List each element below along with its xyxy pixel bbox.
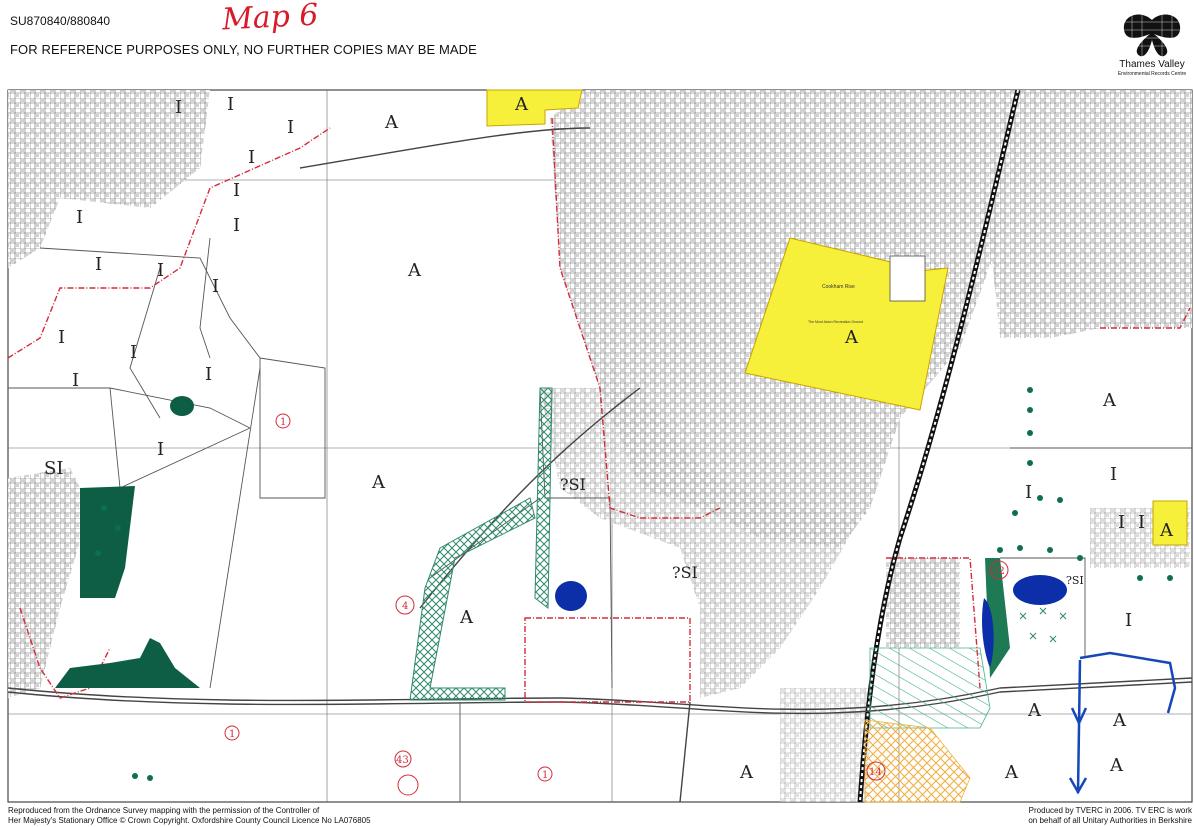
site-number: 4 (402, 601, 408, 612)
site-number: 14 (869, 767, 882, 778)
zone-label: I (1118, 512, 1125, 533)
zone-label: A (1027, 700, 1042, 721)
zone-label: A (459, 607, 474, 628)
zone-label: SI (44, 458, 63, 479)
zone-label: I (205, 364, 212, 385)
zone-label: A (739, 762, 754, 783)
site-number: 1 (229, 729, 235, 740)
credit-line: Reproduced from the Ordnance Survey mapp… (8, 806, 320, 815)
zone-label: I (1025, 482, 1032, 503)
zone-label: I (157, 439, 164, 460)
logo-subtitle: Environmental Records Centre (1117, 71, 1187, 77)
zone-label: A (514, 94, 529, 115)
zone-label: A (371, 472, 386, 493)
zone-label: I (227, 94, 234, 115)
zone-label: A (384, 112, 399, 133)
zone-label: I (1110, 464, 1117, 485)
zone-label: A (1159, 520, 1174, 541)
tverc-credit: Produced by TVERC in 2006. TV ERC is wor… (1010, 806, 1192, 826)
zone-label: ?SI (672, 563, 698, 582)
site-number: 43 (396, 755, 409, 766)
place-label-recreation-ground: The Mont Aston Recreation Ground (808, 320, 863, 324)
site-number: 1 (280, 417, 286, 428)
zone-label: I (233, 215, 240, 236)
zone-label: A (407, 260, 422, 281)
map-canvas: Cookham Rise The Mont Aston Recreation G… (7, 89, 1193, 803)
zone-label: A (1004, 762, 1019, 783)
zone-label: I (1138, 512, 1145, 533)
zone-label: I (95, 254, 102, 275)
zone-label: ?SI (560, 475, 586, 494)
zone-label: I (287, 117, 294, 138)
credit-line: on behalf of all Unitary Authorities in … (1028, 816, 1192, 825)
zone-label: I (58, 327, 65, 348)
zone-label: I (130, 342, 137, 363)
logo-name: Thames Valley (1119, 59, 1185, 70)
zone-label: I (233, 180, 240, 201)
grid-reference: SU870840/880840 (10, 14, 111, 28)
zone-label: I (212, 276, 219, 297)
zone-label: I (175, 97, 182, 118)
zone-label: I (157, 260, 164, 281)
zone-label: I (76, 207, 83, 228)
map-number-annotation: Map 6 (221, 0, 320, 38)
site-number: 32 (992, 566, 1005, 577)
site-number: 1 (542, 770, 548, 781)
credit-line: Her Majesty's Stationary Office © Crown … (8, 816, 371, 825)
zone-label: A (844, 327, 859, 348)
reference-notice: FOR REFERENCE PURPOSES ONLY, NO FURTHER … (10, 42, 477, 57)
zone-label: I (72, 370, 79, 391)
zone-label: I (1125, 610, 1132, 631)
zone-label: ?SI (1066, 574, 1084, 587)
zone-label: I (248, 147, 255, 168)
zone-label: A (1109, 755, 1124, 776)
os-copyright-credit: Reproduced from the Ordnance Survey mapp… (8, 806, 371, 826)
credit-line: Produced by TVERC in 2006. TV ERC is wor… (1028, 806, 1192, 815)
zone-label: A (1112, 710, 1127, 731)
zone-label: A (1102, 390, 1117, 411)
place-label-cookham-rise: Cookham Rise (822, 284, 855, 290)
